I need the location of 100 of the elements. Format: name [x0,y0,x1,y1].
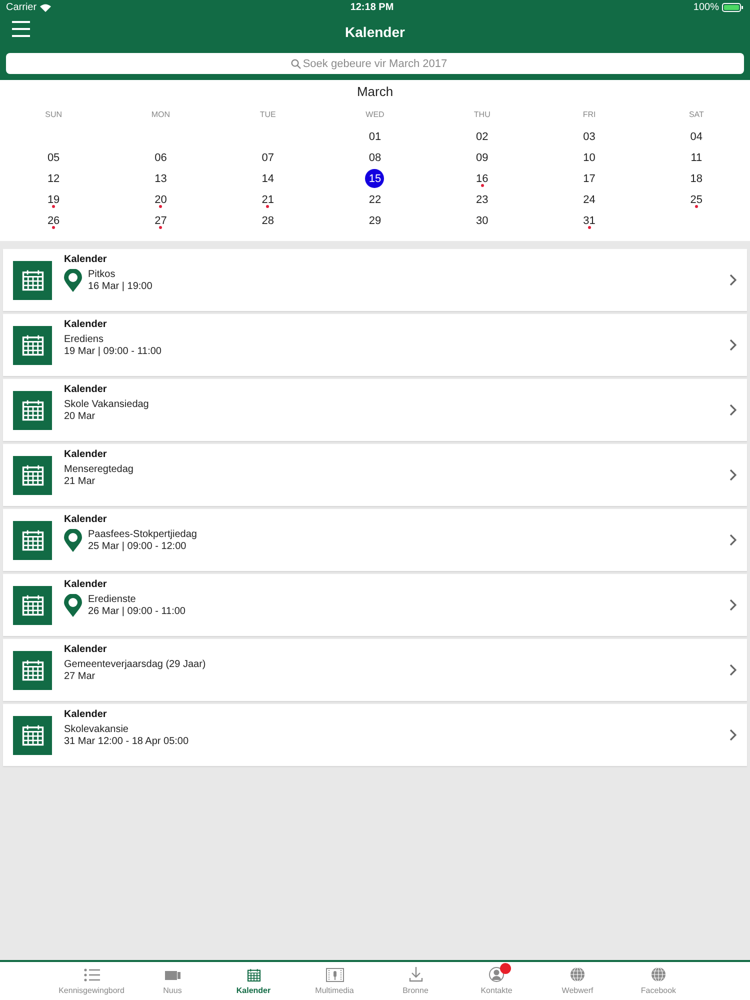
calendar-day[interactable]: 19 [44,190,64,209]
event-category: Kalender [64,254,108,265]
tab-bar-item[interactable]: Facebook [618,964,699,1000]
calendar-day[interactable]: 01 [365,127,384,146]
event-category: Kalender [64,449,108,460]
event-time: 16 Mar | 19:00 [88,281,152,293]
calendar-day[interactable]: 29 [365,211,384,230]
microphone-icon [326,968,344,982]
calendar-day[interactable]: 08 [365,148,384,167]
event-time: 25 Mar | 09:00 - 12:00 [88,541,188,553]
event-category: Kalender [64,319,108,330]
event-row[interactable]: Kalender Gemeenteverjaarsdag (29 Jaar) 27 Mar [3,639,747,701]
event-time: 27 Mar [64,671,96,683]
calendar-day[interactable]: 22 [365,190,384,209]
search-field[interactable]: Soek gebeure vir March 2017 [6,53,744,74]
calendar-day[interactable]: 06 [151,148,170,167]
globe-icon [570,967,585,982]
tab-bar-item[interactable]: Webwerf [537,964,618,1000]
calendar-day[interactable]: 18 [686,169,706,188]
globe-icon [651,967,666,982]
calendar-day[interactable]: 15 [365,169,384,188]
tab-bar-item[interactable]: Kalender [213,964,294,1000]
calendar-day[interactable]: 07 [258,148,278,167]
clock: 12:18 PM [350,2,394,13]
event-time: 26 Mar | 09:00 - 11:00 [88,606,186,618]
chevron-right-icon [729,469,737,481]
event-time: 20 Mar [64,411,96,423]
event-category: Kalender [64,384,108,395]
calendar-day[interactable]: 24 [580,190,599,209]
calendar-day[interactable]: 21 [258,190,278,209]
calendar-day[interactable]: 28 [258,211,278,230]
event-time: 31 Mar 12:00 - 18 Apr 05:00 [64,736,189,748]
event-row[interactable]: Kalender Eredienste 26 Mar | 09:00 - 11:00 [3,574,747,636]
event-row[interactable]: Kalender Paasfees-Stokpertjiedag 25 Mar | 09:00 - 12:00 [3,509,747,571]
calendar-day[interactable]: 05 [44,148,64,167]
calendar-icon [246,966,262,982]
calendar-day[interactable]: 31 [580,211,599,230]
calendar-day[interactable]: 23 [472,190,492,209]
calendar-day[interactable]: 16 [472,169,492,188]
calendar-day[interactable]: 25 [686,190,706,209]
weekday-label: WED [364,109,386,121]
event-title: Eredienste [88,594,137,606]
event-category: Kalender [64,579,108,590]
chevron-right-icon [729,664,737,676]
calendar-day[interactable]: 12 [44,169,64,188]
event-title: Paasfees-Stokpertjiedag [88,529,197,541]
event-title: Gemeenteverjaarsdag (29 Jaar) [64,659,206,671]
weekday-label: THU [472,109,492,121]
menu-button[interactable] [12,21,30,40]
event-row[interactable]: Kalender Skole Vakansiedag 20 Mar [3,379,747,441]
video-camera-icon [164,968,180,980]
calendar-day[interactable]: 02 [472,127,492,146]
calendar-day[interactable]: 04 [686,127,706,146]
weekday-label: MON [150,109,172,121]
chevron-right-icon [729,729,737,741]
search-icon [291,59,301,69]
battery-icon [722,3,744,12]
event-row[interactable]: Kalender Pitkos 16 Mar | 19:00 [3,249,747,311]
calendar-day[interactable]: 30 [472,211,492,230]
chevron-right-icon [729,599,737,611]
weekday-label: TUE [258,109,277,121]
carrier-label: Carrier [6,2,37,13]
wifi-icon [40,4,51,12]
calendar-day[interactable]: 27 [151,211,170,230]
calendar-day[interactable]: 20 [151,190,170,209]
chevron-right-icon [729,404,737,416]
page-title: Kalender [345,24,405,40]
month-title: March [356,84,394,101]
tab-bar-item[interactable]: Kennisgewingbord [51,964,132,1000]
chevron-right-icon [729,534,737,546]
event-category: Kalender [64,644,108,655]
event-title: Menseregtedag [64,464,134,476]
list-icon [84,968,100,982]
chevron-right-icon [729,274,737,286]
weekday-label: FRI [582,109,597,121]
download-icon [408,967,422,982]
person-icon [489,967,504,982]
event-category: Kalender [64,514,108,525]
tab-bar-item[interactable]: Nuus [132,964,213,1000]
calendar-day[interactable]: 26 [44,211,64,230]
event-time: 19 Mar | 09:00 - 11:00 [64,346,162,358]
event-title: Pitkos [88,269,116,281]
tab-bar-item[interactable]: Multimedia [294,964,375,1000]
calendar-day[interactable]: 17 [580,169,599,188]
calendar-day[interactable]: 14 [258,169,278,188]
calendar-day[interactable]: 10 [580,148,599,167]
menu-icon [12,21,30,37]
calendar-day[interactable]: 13 [151,169,170,188]
event-row[interactable]: Kalender Skolevakansie 31 Mar 12:00 - 18 Apr 05:00 [3,704,747,766]
tab-bar-item[interactable]: Bronne [375,964,456,1000]
event-category: Kalender [64,709,108,720]
tab-bar-item[interactable]: Kontakte [456,964,537,1000]
event-row[interactable]: Kalender Menseregtedag 21 Mar [3,444,747,506]
calendar-day[interactable]: 11 [686,148,706,167]
event-title: Skole Vakansiedag [64,399,149,411]
event-title: Erediens [64,334,104,346]
calendar-day[interactable]: 03 [580,127,599,146]
calendar-day[interactable]: 09 [472,148,492,167]
chevron-right-icon [729,339,737,351]
event-row[interactable]: Kalender Erediens 19 Mar | 09:00 - 11:00 [3,314,747,376]
